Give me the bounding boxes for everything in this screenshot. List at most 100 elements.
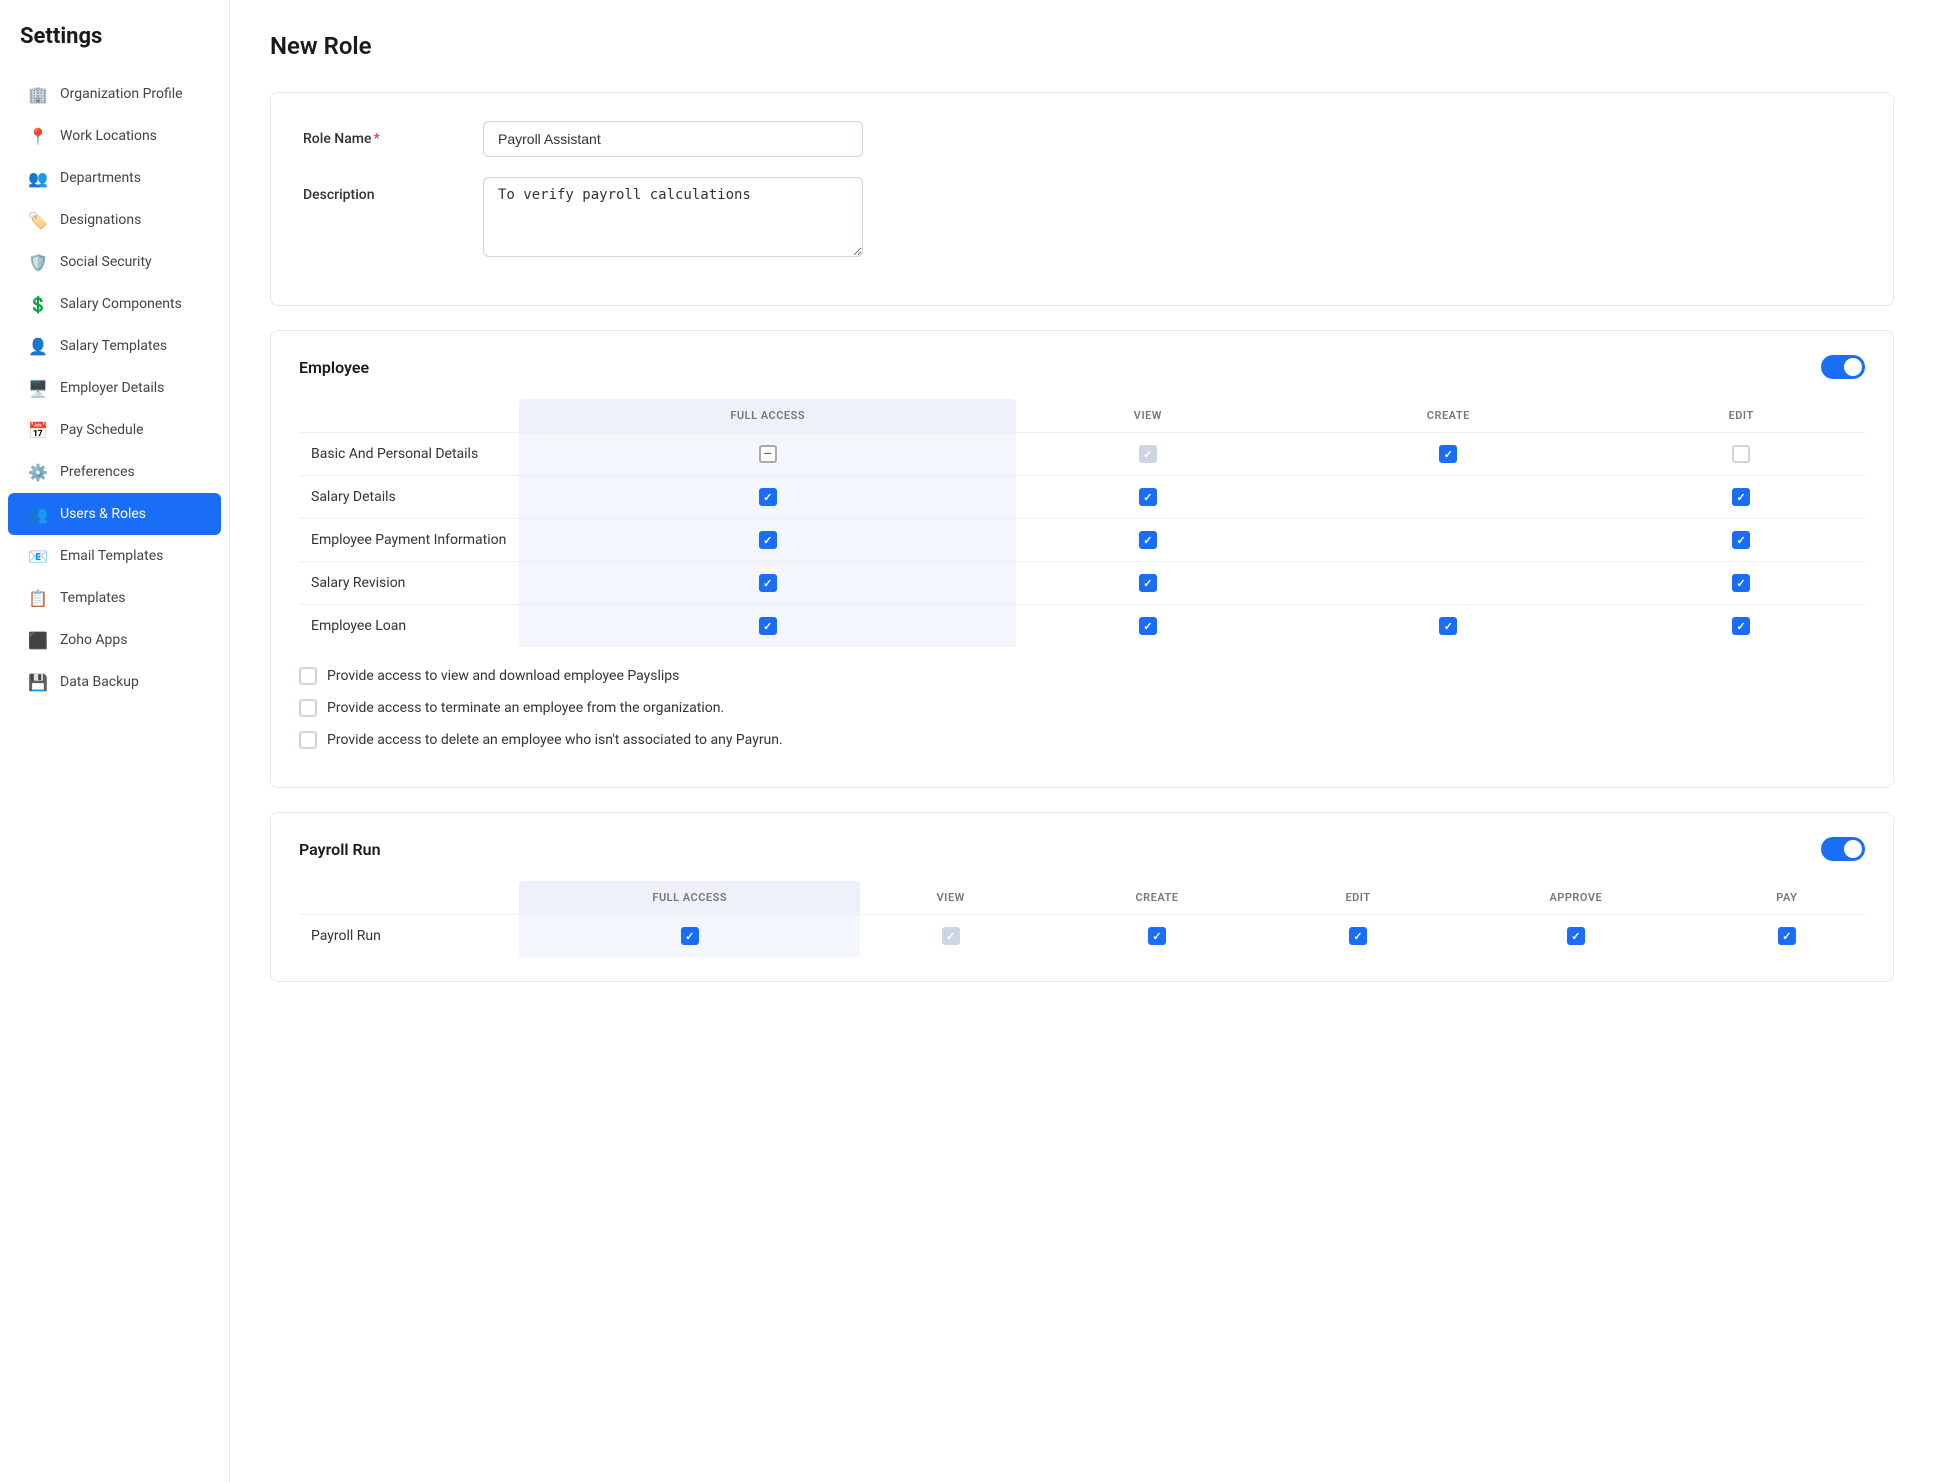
payroll-run-section-header: Payroll Run bbox=[299, 837, 1865, 861]
checkbox[interactable] bbox=[1567, 927, 1585, 945]
pr-col-pay-header: PAY bbox=[1709, 881, 1865, 915]
permission-cell bbox=[1443, 915, 1709, 958]
checkbox[interactable] bbox=[1148, 927, 1166, 945]
payroll-run-permission-section: Payroll Run FULL ACCESS VIEW CREATE EDIT… bbox=[270, 812, 1894, 982]
employee-section-title: Employee bbox=[299, 358, 369, 377]
role-name-input[interactable] bbox=[483, 121, 863, 157]
sidebar-icon-employer-details: 🖥️ bbox=[28, 378, 48, 398]
checkbox[interactable] bbox=[1778, 927, 1796, 945]
sidebar-item-email-templates[interactable]: 📧 Email Templates bbox=[8, 535, 221, 577]
checkbox[interactable] bbox=[1139, 488, 1157, 506]
col-full-access-header: FULL ACCESS bbox=[519, 399, 1016, 433]
sidebar-icon-users-roles: 👥 bbox=[28, 504, 48, 524]
checkbox[interactable] bbox=[1139, 531, 1157, 549]
table-row: Employee Payment Information bbox=[299, 519, 1865, 562]
sidebar-item-salary-templates[interactable]: 👤 Salary Templates bbox=[8, 325, 221, 367]
permission-cell bbox=[1016, 562, 1279, 605]
permission-cell bbox=[519, 519, 1016, 562]
extra-permission-checkbox[interactable] bbox=[299, 667, 317, 685]
table-row: Salary Revision bbox=[299, 562, 1865, 605]
row-label: Employee Payment Information bbox=[299, 519, 519, 562]
pr-col-create-header: CREATE bbox=[1041, 881, 1273, 915]
permission-cell bbox=[1279, 519, 1617, 562]
sidebar-icon-departments: 👥 bbox=[28, 168, 48, 188]
employee-permission-section: Employee FULL ACCESS VIEW CREATE EDIT Ba… bbox=[270, 330, 1894, 788]
permission-cell bbox=[1273, 915, 1443, 958]
description-row: Description To verify payroll calculatio… bbox=[303, 177, 1861, 257]
employee-extra-permissions: Provide access to view and download empl… bbox=[299, 667, 1865, 749]
sidebar-item-departments[interactable]: 👥 Departments bbox=[8, 157, 221, 199]
payroll-run-toggle[interactable] bbox=[1821, 837, 1865, 861]
checkbox[interactable] bbox=[1732, 445, 1750, 463]
sidebar-item-work-locations[interactable]: 📍 Work Locations bbox=[8, 115, 221, 157]
extra-permission-checkbox[interactable] bbox=[299, 699, 317, 717]
sidebar-item-zoho-apps[interactable]: ⬛ Zoho Apps bbox=[8, 619, 221, 661]
col-label-header bbox=[299, 399, 519, 433]
table-row: Basic And Personal Details bbox=[299, 433, 1865, 476]
employee-toggle[interactable] bbox=[1821, 355, 1865, 379]
payroll-run-section-title: Payroll Run bbox=[299, 840, 381, 859]
sidebar-label-preferences: Preferences bbox=[60, 464, 135, 480]
sidebar-label-pay-schedule: Pay Schedule bbox=[60, 422, 144, 438]
extra-permission-checkbox[interactable] bbox=[299, 731, 317, 749]
main-content: New Role Role Name* Description To verif… bbox=[230, 0, 1934, 1482]
sidebar-icon-data-backup: 💾 bbox=[28, 672, 48, 692]
checkbox[interactable] bbox=[1732, 574, 1750, 592]
sidebar-item-org-profile[interactable]: 🏢 Organization Profile bbox=[8, 73, 221, 115]
sidebar-label-org-profile: Organization Profile bbox=[60, 86, 183, 102]
permission-cell bbox=[1016, 605, 1279, 648]
sidebar-title: Settings bbox=[0, 24, 229, 73]
checkbox[interactable] bbox=[759, 574, 777, 592]
pr-col-full-access-header: FULL ACCESS bbox=[519, 881, 860, 915]
permission-cell bbox=[1617, 562, 1865, 605]
checkbox[interactable] bbox=[759, 617, 777, 635]
sidebar-label-email-templates: Email Templates bbox=[60, 548, 163, 564]
checkbox[interactable] bbox=[1439, 445, 1457, 463]
table-row: Payroll Run bbox=[299, 915, 1865, 958]
sidebar-icon-templates: 📋 bbox=[28, 588, 48, 608]
pr-col-label-header bbox=[299, 881, 519, 915]
description-input[interactable]: To verify payroll calculations bbox=[483, 177, 863, 257]
extra-permission-label: Provide access to terminate an employee … bbox=[327, 700, 724, 716]
checkbox[interactable] bbox=[759, 531, 777, 549]
sidebar-icon-social-security: 🛡️ bbox=[28, 252, 48, 272]
sidebar-icon-salary-templates: 👤 bbox=[28, 336, 48, 356]
employee-permission-table: FULL ACCESS VIEW CREATE EDIT Basic And P… bbox=[299, 399, 1865, 647]
required-indicator: * bbox=[373, 131, 379, 147]
checkbox[interactable] bbox=[1732, 488, 1750, 506]
sidebar-label-designations: Designations bbox=[60, 212, 141, 228]
sidebar-item-users-roles[interactable]: 👥 Users & Roles bbox=[8, 493, 221, 535]
checkbox[interactable] bbox=[759, 445, 777, 463]
checkbox[interactable] bbox=[942, 927, 960, 945]
extra-permission-label: Provide access to view and download empl… bbox=[327, 668, 679, 684]
sidebar-item-salary-components[interactable]: 💲 Salary Components bbox=[8, 283, 221, 325]
checkbox[interactable] bbox=[1349, 927, 1367, 945]
checkbox[interactable] bbox=[759, 488, 777, 506]
sidebar-item-designations[interactable]: 🏷️ Designations bbox=[8, 199, 221, 241]
employee-section-header: Employee bbox=[299, 355, 1865, 379]
checkbox[interactable] bbox=[1732, 531, 1750, 549]
checkbox[interactable] bbox=[681, 927, 699, 945]
checkbox[interactable] bbox=[1732, 617, 1750, 635]
permission-cell bbox=[519, 915, 860, 958]
sidebar-item-templates[interactable]: 📋 Templates bbox=[8, 577, 221, 619]
sidebar-item-social-security[interactable]: 🛡️ Social Security bbox=[8, 241, 221, 283]
permission-cell bbox=[519, 476, 1016, 519]
checkbox[interactable] bbox=[1139, 617, 1157, 635]
permission-cell bbox=[1279, 433, 1617, 476]
permission-cell bbox=[1279, 562, 1617, 605]
permission-cell bbox=[1617, 476, 1865, 519]
checkbox[interactable] bbox=[1439, 617, 1457, 635]
table-row: Employee Loan bbox=[299, 605, 1865, 648]
sidebar-item-employer-details[interactable]: 🖥️ Employer Details bbox=[8, 367, 221, 409]
checkbox[interactable] bbox=[1139, 445, 1157, 463]
permission-cell bbox=[1279, 476, 1617, 519]
sidebar-label-salary-components: Salary Components bbox=[60, 296, 182, 312]
sidebar-label-data-backup: Data Backup bbox=[60, 674, 139, 690]
permission-cell bbox=[1279, 605, 1617, 648]
checkbox[interactable] bbox=[1139, 574, 1157, 592]
sidebar-item-data-backup[interactable]: 💾 Data Backup bbox=[8, 661, 221, 703]
pr-col-approve-header: APPROVE bbox=[1443, 881, 1709, 915]
sidebar-item-preferences[interactable]: ⚙️ Preferences bbox=[8, 451, 221, 493]
sidebar-item-pay-schedule[interactable]: 📅 Pay Schedule bbox=[8, 409, 221, 451]
